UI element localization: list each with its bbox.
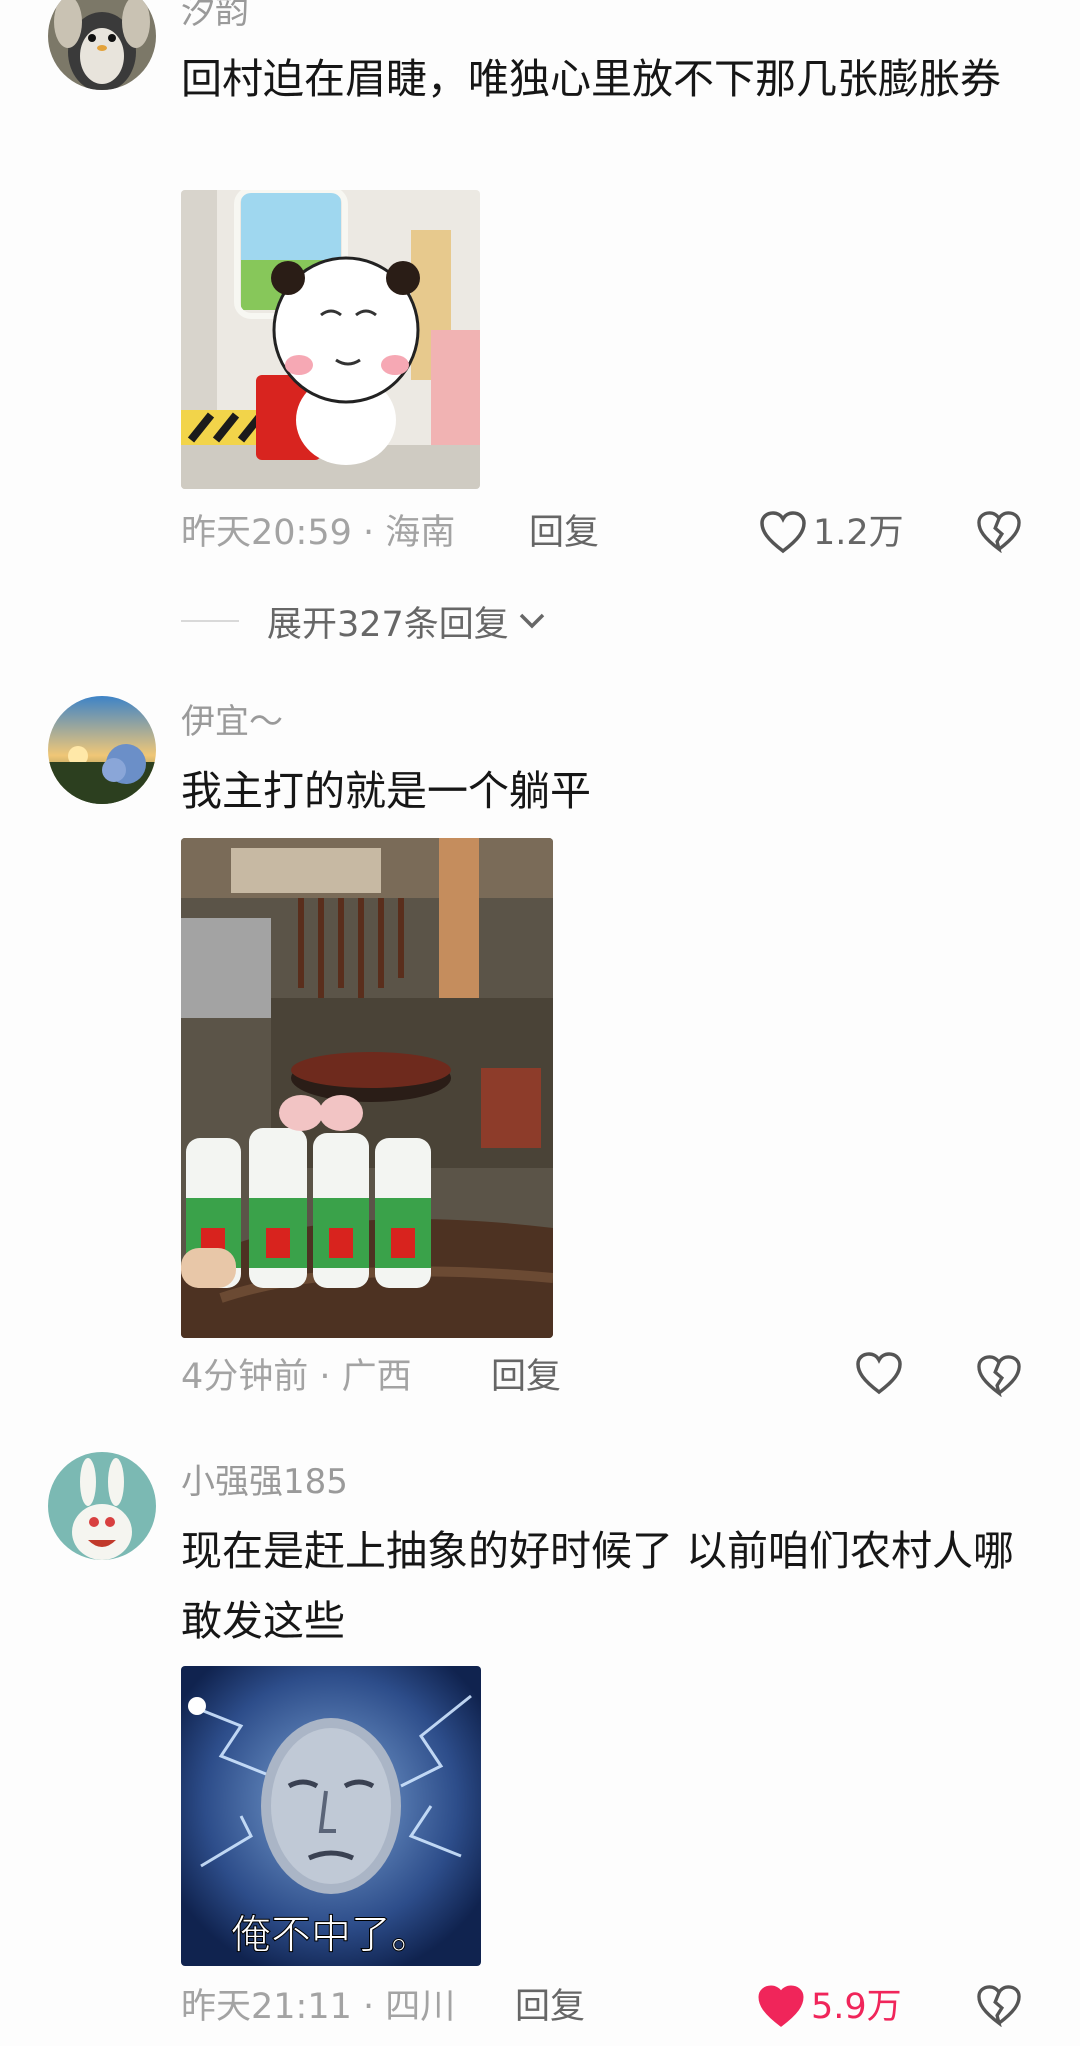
avatar[interactable] [48, 1452, 156, 1560]
username[interactable]: 小强强185 [181, 1462, 348, 1502]
expand-replies-button[interactable]: 展开327条回复 [181, 593, 547, 649]
username[interactable]: 汐韵 [181, 0, 249, 32]
broken-heart-icon [977, 511, 1021, 554]
comment-image[interactable] [181, 838, 553, 1338]
like-button[interactable]: 5.9万 [757, 1982, 902, 2032]
heart-icon [760, 511, 806, 554]
image-caption: 俺不中了。 [231, 1912, 431, 1958]
comment-meta: 昨天20:59 · 海南 回复 1.2万 [181, 508, 1080, 558]
dislike-button[interactable] [976, 1355, 1022, 1411]
time-location: 4分钟前 · 广西 [181, 1357, 412, 1397]
avatar[interactable] [48, 0, 156, 90]
broken-heart-icon [977, 1985, 1021, 2028]
dislike-button[interactable] [976, 511, 1022, 567]
divider-line [181, 620, 239, 622]
time-location: 昨天21:11 · 四川 [181, 1987, 456, 2027]
reply-button[interactable]: 回复 [515, 1982, 585, 2032]
time-location: 昨天20:59 · 海南 [181, 513, 456, 553]
comment-image[interactable]: 俺不中了。 [181, 1666, 481, 1966]
expand-replies-label: 展开327条回复 [267, 604, 509, 645]
comments-page: 汐韵 回村迫在眉睫，唯独心里放不下那几张膨胀券 昨天20:59 · 海南 回复 … [0, 0, 1080, 2046]
reply-button[interactable]: 回复 [491, 1352, 561, 1402]
reply-button[interactable]: 回复 [529, 508, 599, 558]
comment-meta: 4分钟前 · 广西 回复 [181, 1352, 1080, 1402]
chevron-down-icon [519, 613, 545, 629]
like-count: 1.2万 [813, 513, 904, 553]
dislike-button[interactable] [976, 1985, 1022, 2041]
like-button[interactable] [855, 1352, 909, 1396]
comment-text: 我主打的就是一个躺平 [181, 767, 591, 815]
username[interactable]: 伊宜～ [181, 702, 283, 742]
avatar[interactable] [48, 696, 156, 804]
like-count: 5.9万 [811, 1987, 902, 2027]
comment-text: 现在是赶上抽象的好时候了 以前咱们农村人哪敢发这些 [181, 1527, 1015, 1645]
comment-text: 回村迫在眉睫，唯独心里放不下那几张膨胀券 [181, 55, 1001, 103]
comment-image[interactable] [181, 190, 480, 489]
comment-meta: 昨天21:11 · 四川 回复 5.9万 [181, 1982, 1080, 2032]
like-button[interactable]: 1.2万 [759, 508, 904, 558]
broken-heart-icon [977, 1355, 1021, 1398]
heart-icon [758, 1985, 804, 2027]
heart-icon [856, 1352, 902, 1395]
